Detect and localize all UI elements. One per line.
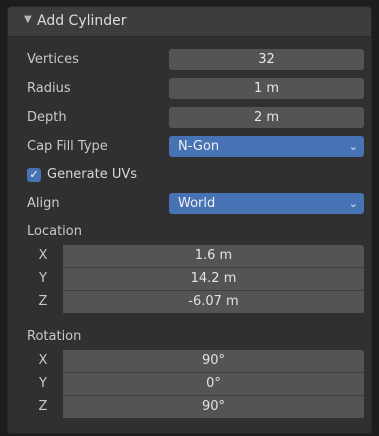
vertices-row: Vertices 32	[8, 49, 371, 71]
rotation-z-field[interactable]: 90°	[63, 396, 364, 418]
rotation-z-axis-label: Z	[23, 396, 63, 418]
rotation-x-field[interactable]: 90°	[63, 350, 364, 372]
align-dropdown[interactable]: World ⌄	[169, 193, 364, 214]
rotation-x-row[interactable]: X 90°	[23, 350, 364, 372]
generate-uvs-row[interactable]: ✓ Generate UVs	[8, 165, 371, 187]
depth-field[interactable]: 2 m	[169, 107, 364, 128]
location-z-field[interactable]: -6.07 m	[63, 291, 364, 313]
rotation-y-axis-label: Y	[23, 373, 63, 395]
radius-label: Radius	[27, 81, 71, 96]
add-cylinder-panel: ▼ Add Cylinder Vertices 32 Radius 1 m De…	[7, 6, 372, 434]
radius-row: Radius 1 m	[8, 78, 371, 100]
location-x-field[interactable]: 1.6 m	[63, 245, 364, 267]
rotation-vector: X 90° Y 0° Z 90°	[23, 350, 364, 419]
rotation-x-axis-label: X	[23, 350, 63, 372]
vertices-field[interactable]: 32	[169, 49, 364, 70]
location-z-axis-label: Z	[23, 291, 63, 313]
cap-fill-type-value: N-Gon	[178, 139, 220, 154]
depth-label: Depth	[27, 110, 67, 125]
location-y-field[interactable]: 14.2 m	[63, 268, 364, 290]
rotation-y-row[interactable]: Y 0°	[23, 373, 364, 395]
chevron-down-icon: ⌄	[348, 140, 358, 153]
depth-row: Depth 2 m	[8, 107, 371, 129]
panel-title: Add Cylinder	[37, 13, 127, 29]
location-x-row[interactable]: X 1.6 m	[23, 245, 364, 267]
align-label: Align	[27, 196, 60, 211]
panel-header[interactable]: ▼ Add Cylinder	[8, 7, 371, 37]
radius-field[interactable]: 1 m	[169, 78, 364, 99]
location-x-axis-label: X	[23, 245, 63, 267]
generate-uvs-checkbox[interactable]: ✓	[27, 168, 41, 182]
generate-uvs-label[interactable]: Generate UVs	[47, 167, 137, 182]
align-row: Align World ⌄	[8, 193, 371, 215]
rotation-y-field[interactable]: 0°	[63, 373, 364, 395]
chevron-down-icon: ⌄	[348, 197, 358, 210]
location-z-row[interactable]: Z -6.07 m	[23, 291, 364, 313]
vertices-label: Vertices	[27, 52, 79, 67]
cap-fill-type-dropdown[interactable]: N-Gon ⌄	[169, 136, 364, 157]
rotation-label: Rotation	[27, 329, 82, 344]
triangle-down-icon[interactable]: ▼	[24, 14, 32, 25]
location-y-axis-label: Y	[23, 268, 63, 290]
cap-fill-type-label: Cap Fill Type	[27, 139, 108, 154]
align-value: World	[178, 196, 216, 211]
location-vector: X 1.6 m Y 14.2 m Z -6.07 m	[23, 245, 364, 314]
location-label: Location	[27, 224, 82, 239]
cap-fill-type-row: Cap Fill Type N-Gon ⌄	[8, 136, 371, 158]
rotation-z-row[interactable]: Z 90°	[23, 396, 364, 418]
location-y-row[interactable]: Y 14.2 m	[23, 268, 364, 290]
